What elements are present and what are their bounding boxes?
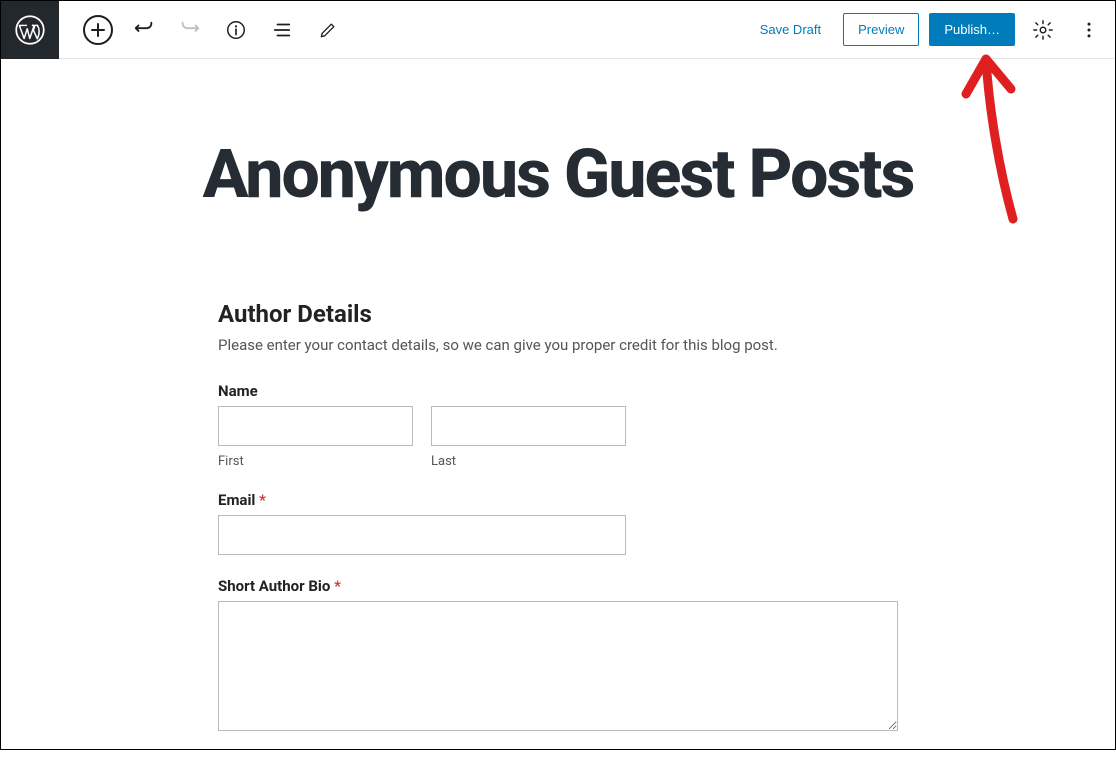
section-heading: Author Details (218, 300, 898, 328)
editor-canvas: Anonymous Guest Posts Author Details Ple… (1, 59, 1115, 757)
name-label: Name (218, 382, 898, 400)
email-label-text: Email (218, 491, 255, 509)
email-input[interactable] (218, 515, 626, 555)
wp-logo-icon[interactable] (1, 1, 59, 59)
edit-button[interactable] (310, 12, 346, 48)
toolbar-right-group: Save Draft Preview Publish… (748, 12, 1115, 48)
info-button[interactable] (218, 12, 254, 48)
toolbar-left-group (59, 12, 346, 48)
bio-label: Short Author Bio * (218, 577, 898, 595)
settings-button[interactable] (1025, 12, 1061, 48)
bio-label-text: Short Author Bio (218, 577, 330, 595)
post-title[interactable]: Anonymous Guest Posts (203, 139, 914, 210)
bio-textarea[interactable] (218, 601, 898, 731)
preview-button[interactable]: Preview (843, 13, 919, 46)
add-block-button[interactable] (83, 15, 113, 45)
section-description: Please enter your contact details, so we… (218, 336, 898, 354)
redo-button[interactable] (172, 12, 208, 48)
bio-field: Short Author Bio * (218, 577, 898, 735)
email-label: Email * (218, 491, 898, 509)
editor-top-toolbar: Save Draft Preview Publish… (1, 1, 1115, 59)
undo-button[interactable] (126, 12, 162, 48)
first-name-sublabel: First (218, 454, 413, 469)
required-marker: * (334, 577, 341, 595)
last-name-sublabel: Last (431, 454, 626, 469)
publish-button[interactable]: Publish… (929, 13, 1015, 46)
first-name-input[interactable] (218, 406, 413, 446)
name-field: Name First Last (218, 382, 898, 469)
required-marker: * (259, 491, 266, 509)
form-block: Author Details Please enter your contact… (218, 300, 898, 757)
more-options-button[interactable] (1071, 12, 1107, 48)
last-name-input[interactable] (431, 406, 626, 446)
email-field: Email * (218, 491, 898, 555)
save-draft-button[interactable]: Save Draft (748, 14, 833, 45)
block-navigation-button[interactable] (264, 12, 300, 48)
